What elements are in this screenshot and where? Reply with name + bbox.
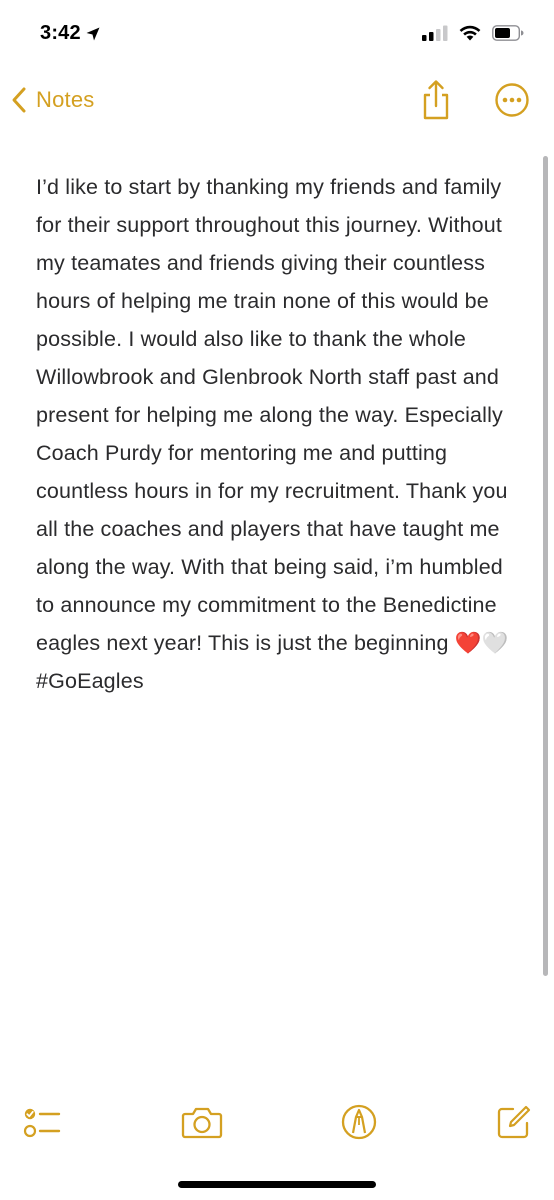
checklist-icon xyxy=(23,1108,61,1138)
bottom-toolbar xyxy=(0,1096,554,1146)
location-arrow-icon xyxy=(86,27,100,40)
share-icon xyxy=(423,80,449,120)
share-button[interactable] xyxy=(418,78,454,122)
time-label: 3:42 xyxy=(40,22,81,44)
camera-button[interactable] xyxy=(180,1100,224,1144)
status-icons xyxy=(422,24,524,42)
more-options-button[interactable] xyxy=(494,82,530,118)
checklist-button[interactable] xyxy=(21,1100,65,1144)
back-label: Notes xyxy=(36,87,95,112)
battery-icon xyxy=(492,25,524,41)
chevron-left-icon xyxy=(12,87,26,113)
camera-icon xyxy=(181,1107,223,1139)
markup-pen-icon xyxy=(341,1104,377,1140)
nav-bar: Notes xyxy=(0,74,554,126)
home-indicator[interactable] xyxy=(178,1181,376,1188)
compose-button[interactable] xyxy=(492,1100,536,1144)
status-bar: 3:42 xyxy=(0,0,554,70)
status-time: 3:42 xyxy=(40,22,101,45)
note-body-text[interactable]: I’d like to start by thanking my friends… xyxy=(36,168,518,700)
more-options-icon xyxy=(495,83,529,117)
back-button[interactable]: Notes xyxy=(10,80,94,120)
wifi-icon xyxy=(459,25,481,41)
cellular-signal-icon xyxy=(422,25,448,41)
compose-icon xyxy=(497,1105,531,1139)
scrollbar[interactable] xyxy=(543,156,548,976)
markup-button[interactable] xyxy=(337,1100,381,1144)
